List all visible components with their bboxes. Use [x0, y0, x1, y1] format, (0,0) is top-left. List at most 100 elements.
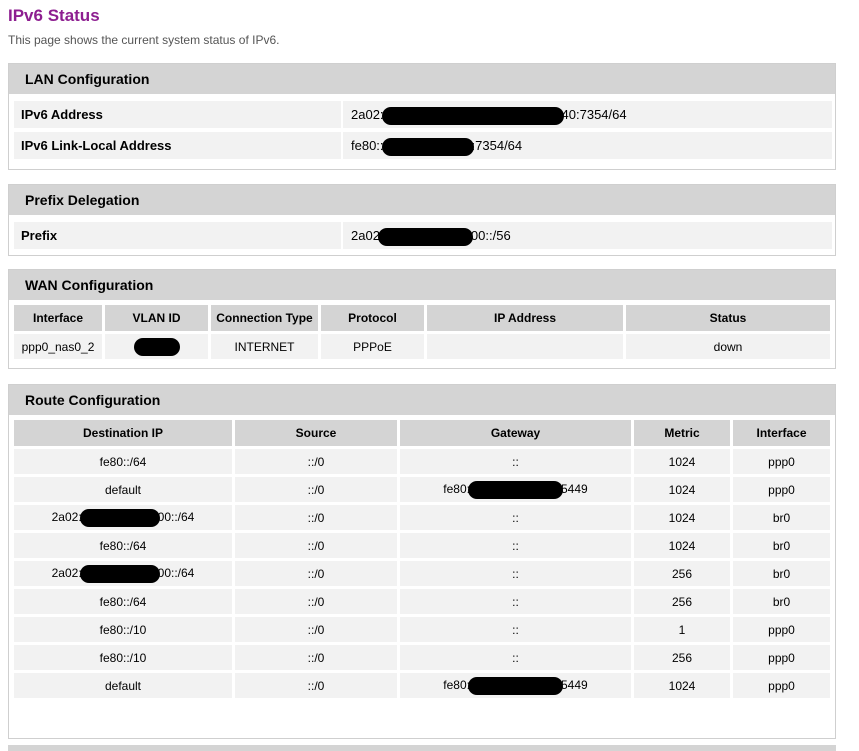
route-metric-cell: 256 [634, 561, 730, 586]
ipv6-link-local-value: fe80:::7354/64 [343, 132, 832, 159]
table-row: fe80::/10 ::/0 :: 1 ppp0 [14, 617, 830, 642]
route-gateway-cell: :: [400, 561, 631, 586]
route-source-cell: ::/0 [235, 617, 397, 642]
route-interface-cell: ppp0 [733, 477, 830, 502]
route-table: Destination IP Source Gateway Metric Int… [11, 417, 833, 701]
table-row: fe80::/64 ::/0 :: 1024 ppp0 [14, 449, 830, 474]
section-header-lan: LAN Configuration [9, 64, 835, 94]
value-prefix: 2a02 [351, 228, 380, 243]
redaction-mark [79, 564, 160, 583]
column-header: Metric [634, 420, 730, 446]
value-suffix: :7354/64 [471, 138, 523, 153]
route-destination-cell: default [14, 477, 232, 502]
column-header: IP Address [427, 305, 623, 331]
route-metric-cell: 1024 [634, 673, 730, 698]
table-header-row: Interface VLAN ID Connection Type Protoc… [14, 305, 830, 331]
wan-status-cell: down [626, 334, 830, 359]
redaction-mark [381, 106, 564, 125]
route-metric-cell: 256 [634, 589, 730, 614]
route-metric-cell: 1024 [634, 505, 730, 530]
next-section-header [8, 745, 836, 751]
route-destination-cell: fe80::/64 [14, 589, 232, 614]
ipv6-link-local-label: IPv6 Link-Local Address [14, 132, 341, 159]
route-gateway-cell: :: [400, 645, 631, 670]
route-destination-cell: fe80::/10 [14, 617, 232, 642]
wan-vlan-id-cell [105, 334, 208, 359]
table-row: default ::/0 fe80: 5449 1024 ppp0 [14, 673, 830, 698]
route-gateway-cell: fe80: 5449 [400, 673, 631, 698]
route-gateway-cell: :: [400, 505, 631, 530]
table-row: fe80::/64 ::/0 :: 256 br0 [14, 589, 830, 614]
value-prefix: fe80:: [351, 138, 384, 153]
value-prefix: fe80: [443, 481, 470, 496]
section-header-route: Route Configuration [9, 385, 835, 415]
lan-configuration-section: LAN Configuration IPv6 Address 2a02: 40:7… [8, 63, 836, 170]
route-metric-cell: 1024 [634, 477, 730, 502]
route-source-cell: ::/0 [235, 673, 397, 698]
value-prefix: 2a02: [51, 565, 82, 580]
route-gateway-cell: :: [400, 617, 631, 642]
route-interface-cell: ppp0 [733, 449, 830, 474]
wan-interface-cell: ppp0_nas0_2 [14, 334, 102, 359]
route-metric-cell: 1024 [634, 533, 730, 558]
value-suffix: 40:7354/64 [561, 107, 627, 122]
prefix-delegation-section: Prefix Delegation Prefix 2a02 00::/56 [8, 184, 836, 256]
ipv6-address-label: IPv6 Address [14, 101, 341, 128]
prefix-label: Prefix [14, 222, 341, 249]
redaction-mark [79, 508, 160, 527]
column-header: Protocol [321, 305, 424, 331]
redaction-mark [381, 137, 474, 156]
route-destination-cell: 2a02: 00::/64 [14, 561, 232, 586]
route-destination-cell: 2a02: 00::/64 [14, 505, 232, 530]
prefix-row: Prefix 2a02 00::/56 [9, 219, 835, 250]
route-interface-cell: br0 [733, 561, 830, 586]
section-header-prefix: Prefix Delegation [9, 185, 835, 215]
wan-table: Interface VLAN ID Connection Type Protoc… [11, 302, 833, 362]
wan-protocol-cell: PPPoE [321, 334, 424, 359]
route-interface-cell: ppp0 [733, 617, 830, 642]
ipv6-address-value: 2a02: 40:7354/64 [343, 101, 832, 128]
ipv6-address-row: IPv6 Address 2a02: 40:7354/64 [9, 98, 835, 129]
redaction-mark [377, 227, 473, 246]
table-row: 2a02: 00::/64 ::/0 :: 256 br0 [14, 561, 830, 586]
value-suffix: 5449 [561, 481, 588, 496]
value-prefix: 2a02: [51, 509, 82, 524]
column-header: VLAN ID [105, 305, 208, 331]
route-table-wrapper: Destination IP Source Gateway Metric Int… [9, 415, 835, 701]
route-destination-cell: fe80::/10 [14, 645, 232, 670]
column-header: Destination IP [14, 420, 232, 446]
route-configuration-section: Route Configuration Destination IP Sourc… [8, 384, 836, 739]
page-title: IPv6 Status [8, 6, 100, 25]
value-prefix: fe80: [443, 677, 470, 692]
route-interface-cell: br0 [733, 505, 830, 530]
redaction-mark [468, 676, 563, 695]
wan-configuration-section: WAN Configuration Interface VLAN ID Conn… [8, 269, 836, 369]
route-interface-cell: br0 [733, 533, 830, 558]
ipv6-link-local-row: IPv6 Link-Local Address fe80:::7354/64 [9, 129, 835, 160]
value-suffix: 00::/56 [470, 228, 511, 243]
route-source-cell: ::/0 [235, 477, 397, 502]
route-interface-cell: ppp0 [733, 645, 830, 670]
table-header-row: Destination IP Source Gateway Metric Int… [14, 420, 830, 446]
table-row: fe80::/10 ::/0 :: 256 ppp0 [14, 645, 830, 670]
value-prefix: 2a02: [351, 107, 384, 122]
table-row: default ::/0 fe80: 5449 1024 ppp0 [14, 477, 830, 502]
table-row: 2a02: 00::/64 ::/0 :: 1024 br0 [14, 505, 830, 530]
route-gateway-cell: :: [400, 533, 631, 558]
wan-connection-type-cell: INTERNET [211, 334, 318, 359]
route-source-cell: ::/0 [235, 645, 397, 670]
route-metric-cell: 1024 [634, 449, 730, 474]
value-suffix: 00::/64 [157, 565, 195, 580]
route-source-cell: ::/0 [235, 561, 397, 586]
section-header-wan: WAN Configuration [9, 270, 835, 300]
route-source-cell: ::/0 [235, 505, 397, 530]
column-header: Source [235, 420, 397, 446]
route-source-cell: ::/0 [235, 449, 397, 474]
route-source-cell: ::/0 [235, 533, 397, 558]
value-suffix: 5449 [561, 677, 588, 692]
route-metric-cell: 256 [634, 645, 730, 670]
column-header: Interface [14, 305, 102, 331]
value-suffix: 00::/64 [157, 509, 195, 524]
wan-ip-address-cell [427, 334, 623, 359]
column-header: Connection Type [211, 305, 318, 331]
